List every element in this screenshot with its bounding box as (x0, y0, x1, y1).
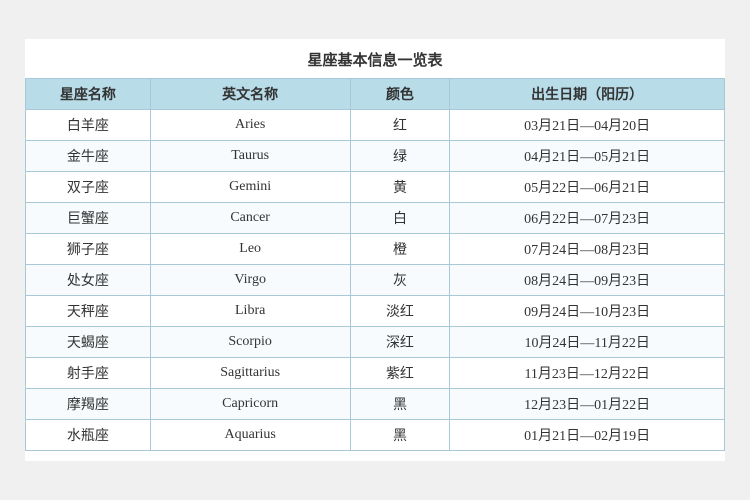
table-row: 天蝎座Scorpio深红10月24日—11月22日 (26, 327, 725, 358)
table-row: 射手座Sagittarius紫红11月23日—12月22日 (26, 358, 725, 389)
cell-date: 08月24日—09月23日 (450, 265, 725, 296)
cell-english-name: Gemini (150, 172, 350, 203)
page-title: 星座基本信息一览表 (25, 49, 725, 70)
table-row: 摩羯座Capricorn黑12月23日—01月22日 (26, 389, 725, 420)
cell-date: 05月22日—06月21日 (450, 172, 725, 203)
cell-date: 11月23日—12月22日 (450, 358, 725, 389)
zodiac-table: 星座名称 英文名称 颜色 出生日期（阳历） 白羊座Aries红03月21日—04… (25, 78, 725, 451)
cell-zodiac-name: 天秤座 (26, 296, 151, 327)
header-name: 星座名称 (26, 79, 151, 110)
table-row: 天秤座Libra淡红09月24日—10月23日 (26, 296, 725, 327)
cell-date: 03月21日—04月20日 (450, 110, 725, 141)
cell-zodiac-name: 金牛座 (26, 141, 151, 172)
cell-english-name: Taurus (150, 141, 350, 172)
cell-zodiac-name: 双子座 (26, 172, 151, 203)
header-color: 颜色 (350, 79, 450, 110)
cell-english-name: Capricorn (150, 389, 350, 420)
cell-zodiac-name: 天蝎座 (26, 327, 151, 358)
table-row: 巨蟹座Cancer白06月22日—07月23日 (26, 203, 725, 234)
cell-color: 紫红 (350, 358, 450, 389)
cell-date: 10月24日—11月22日 (450, 327, 725, 358)
table-header-row: 星座名称 英文名称 颜色 出生日期（阳历） (26, 79, 725, 110)
cell-english-name: Cancer (150, 203, 350, 234)
cell-color: 深红 (350, 327, 450, 358)
cell-date: 06月22日—07月23日 (450, 203, 725, 234)
cell-date: 04月21日—05月21日 (450, 141, 725, 172)
cell-zodiac-name: 水瓶座 (26, 420, 151, 451)
header-english: 英文名称 (150, 79, 350, 110)
cell-color: 灰 (350, 265, 450, 296)
cell-zodiac-name: 白羊座 (26, 110, 151, 141)
table-row: 白羊座Aries红03月21日—04月20日 (26, 110, 725, 141)
main-container: 星座基本信息一览表 星座名称 英文名称 颜色 出生日期（阳历） 白羊座Aries… (25, 39, 725, 461)
table-row: 狮子座Leo橙07月24日—08月23日 (26, 234, 725, 265)
cell-english-name: Leo (150, 234, 350, 265)
cell-color: 白 (350, 203, 450, 234)
cell-zodiac-name: 处女座 (26, 265, 151, 296)
cell-english-name: Aries (150, 110, 350, 141)
table-row: 处女座Virgo灰08月24日—09月23日 (26, 265, 725, 296)
cell-date: 01月21日—02月19日 (450, 420, 725, 451)
cell-color: 黑 (350, 420, 450, 451)
cell-color: 绿 (350, 141, 450, 172)
cell-zodiac-name: 狮子座 (26, 234, 151, 265)
cell-english-name: Virgo (150, 265, 350, 296)
header-date: 出生日期（阳历） (450, 79, 725, 110)
cell-color: 黄 (350, 172, 450, 203)
table-row: 水瓶座Aquarius黑01月21日—02月19日 (26, 420, 725, 451)
cell-date: 09月24日—10月23日 (450, 296, 725, 327)
cell-color: 橙 (350, 234, 450, 265)
cell-english-name: Sagittarius (150, 358, 350, 389)
table-body: 白羊座Aries红03月21日—04月20日金牛座Taurus绿04月21日—0… (26, 110, 725, 451)
cell-english-name: Libra (150, 296, 350, 327)
cell-date: 12月23日—01月22日 (450, 389, 725, 420)
cell-color: 淡红 (350, 296, 450, 327)
table-row: 双子座Gemini黄05月22日—06月21日 (26, 172, 725, 203)
cell-english-name: Scorpio (150, 327, 350, 358)
cell-color: 黑 (350, 389, 450, 420)
cell-zodiac-name: 摩羯座 (26, 389, 151, 420)
cell-color: 红 (350, 110, 450, 141)
cell-zodiac-name: 巨蟹座 (26, 203, 151, 234)
cell-english-name: Aquarius (150, 420, 350, 451)
cell-date: 07月24日—08月23日 (450, 234, 725, 265)
cell-zodiac-name: 射手座 (26, 358, 151, 389)
table-row: 金牛座Taurus绿04月21日—05月21日 (26, 141, 725, 172)
